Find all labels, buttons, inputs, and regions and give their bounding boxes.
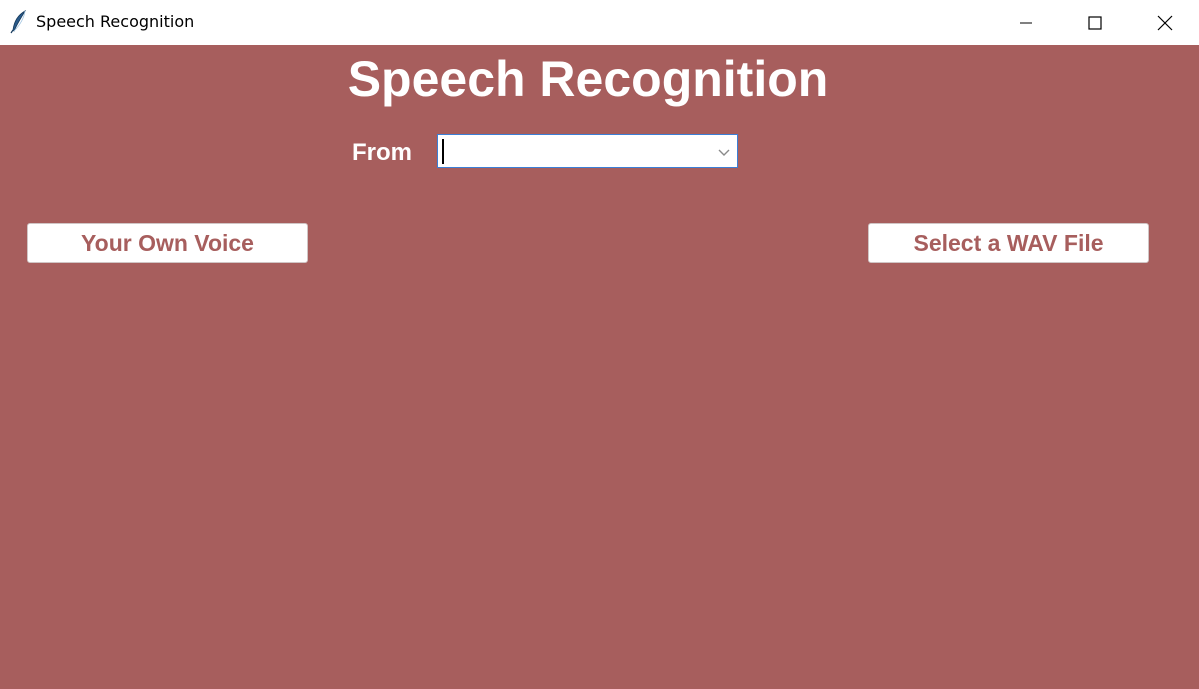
window-title: Speech Recognition (36, 12, 195, 31)
from-language-select[interactable] (437, 134, 738, 168)
minimize-icon (1018, 15, 1034, 31)
chevron-down-icon[interactable] (717, 145, 731, 159)
close-button[interactable] (1130, 0, 1199, 45)
maximize-button[interactable] (1060, 0, 1130, 45)
title-bar[interactable]: Speech Recognition (0, 0, 1199, 45)
text-cursor (442, 139, 444, 164)
close-icon (1157, 15, 1173, 31)
your-own-voice-button[interactable]: Your Own Voice (27, 223, 308, 263)
minimize-button[interactable] (991, 0, 1061, 45)
from-language-input[interactable] (442, 138, 712, 164)
from-label: From (352, 139, 412, 166)
feather-icon (10, 9, 28, 34)
select-wav-file-button[interactable]: Select a WAV File (868, 223, 1149, 263)
page-title: Speech Recognition (347, 51, 829, 107)
maximize-icon (1087, 15, 1103, 31)
app-window: Speech Recognition Speech Recognition Fr… (0, 0, 1199, 689)
